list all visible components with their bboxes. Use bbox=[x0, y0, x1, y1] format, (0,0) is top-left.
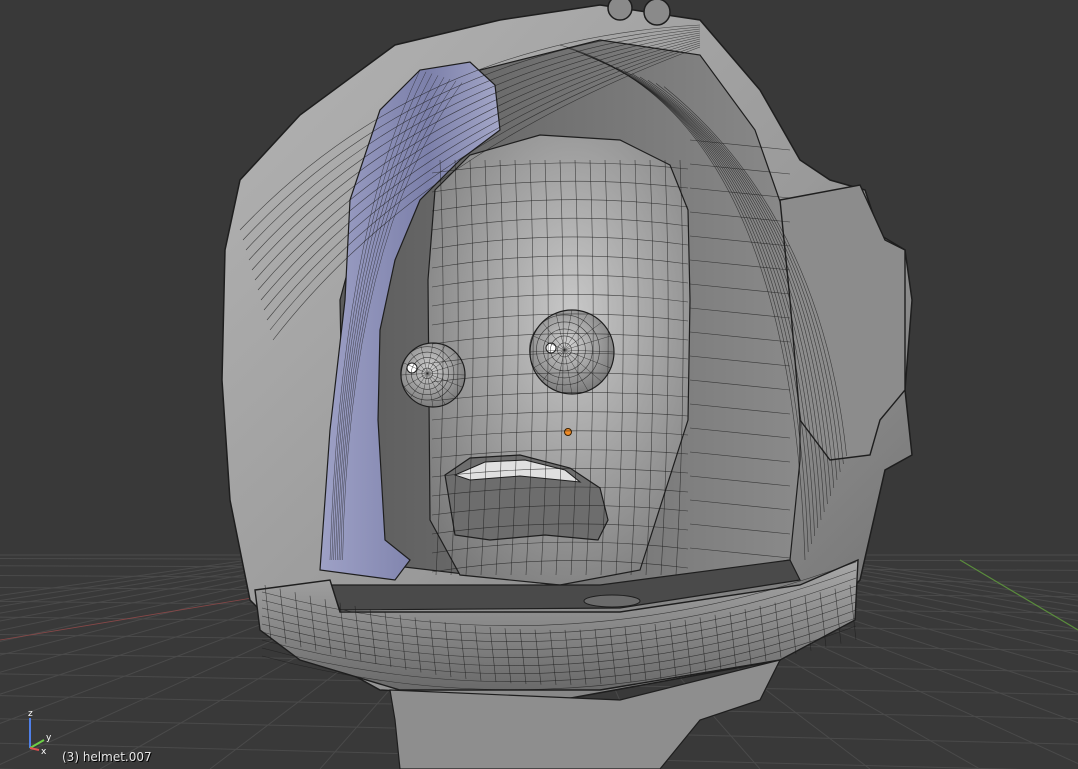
x-axis-line bbox=[29, 747, 40, 751]
y-axis-label: y bbox=[46, 733, 52, 743]
helmet-valve-1 bbox=[607, 0, 633, 21]
collar-slot bbox=[583, 594, 641, 608]
object-origin-dot[interactable] bbox=[564, 428, 572, 436]
axis-gizmo[interactable]: z y x bbox=[8, 706, 58, 756]
3d-viewport[interactable]: z y x (3) helmet.007 bbox=[0, 0, 1078, 769]
right-pupil bbox=[545, 342, 557, 354]
z-axis-label: z bbox=[28, 709, 33, 719]
viewport-scene[interactable] bbox=[0, 0, 1078, 769]
active-object-label: (3) helmet.007 bbox=[62, 750, 152, 764]
x-axis-label: x bbox=[41, 747, 47, 756]
helmet-mesh[interactable] bbox=[221, 0, 913, 769]
helmet-valve-2 bbox=[643, 0, 671, 26]
